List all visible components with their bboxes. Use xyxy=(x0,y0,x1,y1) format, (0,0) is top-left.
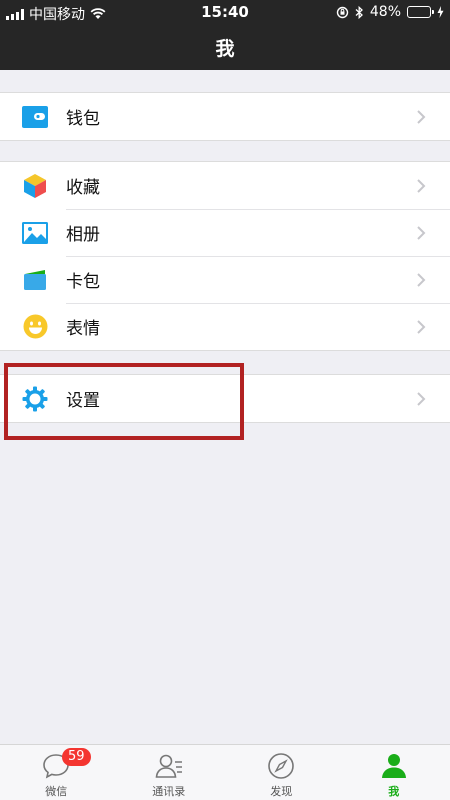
media-group: 收藏 相册 卡包 表情 xyxy=(0,161,450,351)
page-title: 我 xyxy=(215,38,235,60)
tab-me[interactable]: 我 xyxy=(338,745,450,800)
status-right: 48% xyxy=(336,4,444,20)
menu-item-favorites[interactable]: 收藏 xyxy=(0,162,450,209)
status-bar: 中国移动 15:40 48% xyxy=(0,0,450,25)
bluetooth-icon xyxy=(355,5,363,19)
settings-group: 设置 xyxy=(0,374,450,423)
menu-item-label: 设置 xyxy=(66,391,100,411)
menu-item-label: 相册 xyxy=(66,225,100,245)
album-icon xyxy=(22,220,48,246)
battery-icon xyxy=(407,6,434,18)
menu-item-wallet[interactable]: 钱包 xyxy=(0,93,450,140)
contacts-icon xyxy=(155,754,182,778)
menu-item-settings[interactable]: 设置 xyxy=(0,375,450,422)
card-icon xyxy=(22,267,48,293)
compass-icon xyxy=(268,753,295,779)
tab-chats[interactable]: 59 微信 xyxy=(0,745,113,800)
emoji-smiley-icon xyxy=(22,314,48,340)
chevron-right-icon xyxy=(417,109,426,124)
tab-bar: 59 微信 通讯录 发现 我 xyxy=(0,744,450,800)
tab-label: 发现 xyxy=(270,785,293,798)
unread-badge: 59 xyxy=(62,748,91,766)
chevron-right-icon xyxy=(417,225,426,240)
menu-item-emoji[interactable]: 表情 xyxy=(0,303,450,350)
menu-item-label: 收藏 xyxy=(66,178,100,198)
chevron-right-icon xyxy=(417,272,426,287)
chevron-right-icon xyxy=(417,178,426,193)
menu-item-label: 表情 xyxy=(66,319,100,339)
menu-item-card-pack[interactable]: 卡包 xyxy=(0,256,450,303)
menu-item-album[interactable]: 相册 xyxy=(0,209,450,256)
tab-discover[interactable]: 发现 xyxy=(225,745,338,800)
charging-bolt-icon xyxy=(437,6,444,18)
tab-label: 我 xyxy=(388,785,400,798)
menu-item-label: 卡包 xyxy=(66,272,100,292)
chevron-right-icon xyxy=(417,391,426,406)
tab-label: 通讯录 xyxy=(152,785,186,798)
tab-label: 微信 xyxy=(45,785,68,798)
rotation-lock-icon xyxy=(336,6,349,18)
gear-icon xyxy=(22,386,48,412)
chevron-right-icon xyxy=(417,319,426,334)
tab-contacts[interactable]: 通讯录 xyxy=(113,745,226,800)
favorites-cube-icon xyxy=(22,173,48,199)
nav-bar: 我 xyxy=(0,25,450,70)
menu-item-label: 钱包 xyxy=(66,109,100,129)
wallet-icon xyxy=(22,104,48,130)
battery-percent: 48% xyxy=(369,4,401,20)
person-icon xyxy=(381,754,406,778)
wallet-group: 钱包 xyxy=(0,92,450,141)
